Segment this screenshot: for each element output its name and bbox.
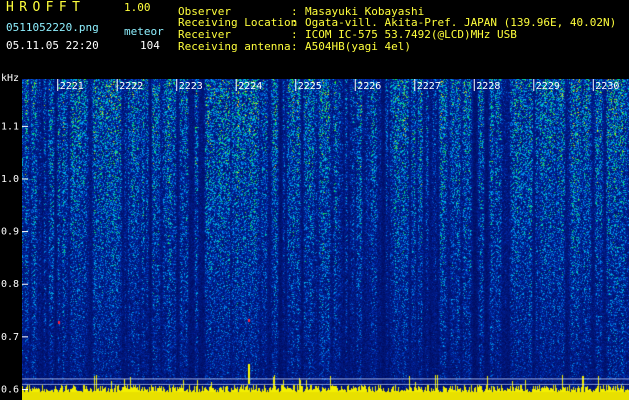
y-tick-label: 1.1 bbox=[1, 121, 19, 132]
y-axis-unit-label: kHz bbox=[1, 73, 19, 84]
y-tick-label: 0.7 bbox=[1, 332, 19, 343]
y-tick-label: 0.9 bbox=[1, 227, 19, 238]
file-name: 0511052220.png bbox=[6, 21, 99, 34]
spectrogram-area bbox=[22, 79, 629, 400]
spectrogram-canvas bbox=[22, 79, 629, 400]
mode-label: meteor bbox=[124, 25, 164, 38]
app-version: 1.00 bbox=[124, 1, 151, 14]
info-label-receiver: Receiver bbox=[178, 28, 231, 41]
info-label-antenna: Receiving antenna bbox=[178, 40, 291, 53]
app-title: HROFFT bbox=[6, 0, 86, 15]
info-value-receiver: ICOM IC-575 53.7492(@LCD)MHz USB bbox=[305, 28, 517, 41]
y-tick-label: 0.6 bbox=[1, 384, 19, 395]
info-colon: : bbox=[291, 40, 298, 53]
info-value-antenna: A504HB(yagi 4el) bbox=[305, 40, 411, 53]
meteor-count: 104 bbox=[140, 39, 160, 52]
info-colon: : bbox=[291, 16, 298, 29]
info-colon: : bbox=[291, 28, 298, 41]
info-label-location: Receiving Location bbox=[178, 16, 298, 29]
y-tick-label: 0.8 bbox=[1, 279, 19, 290]
datetime: 05.11.05 22:20 bbox=[6, 39, 99, 52]
y-tick-label: 1.0 bbox=[1, 174, 19, 185]
info-value-location: Ogata-vill. Akita-Pref. JAPAN (139.96E, … bbox=[305, 16, 617, 29]
